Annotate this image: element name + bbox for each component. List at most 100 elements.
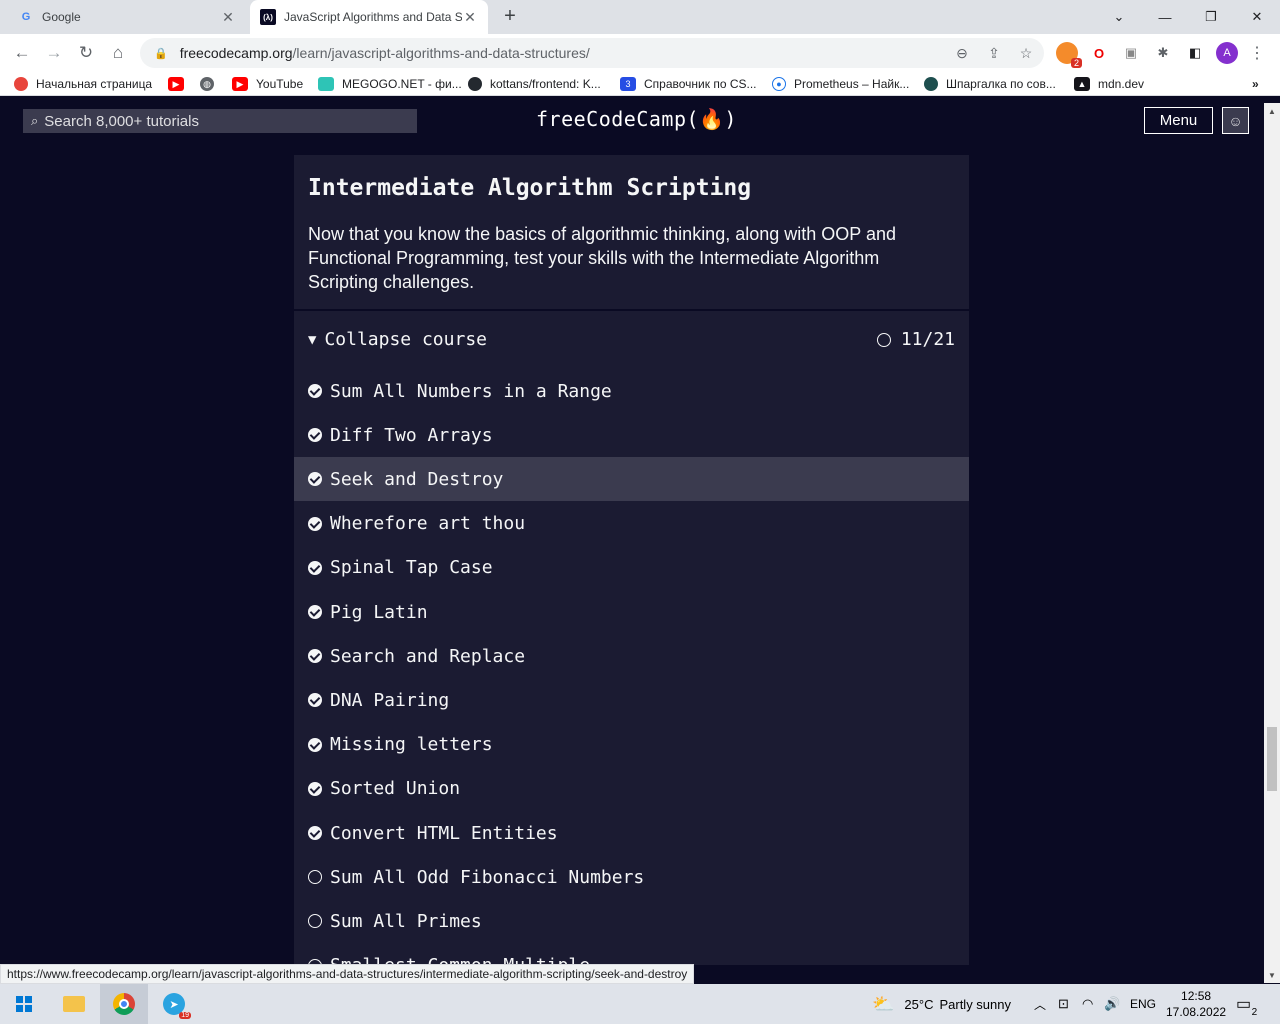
bookmarks-overflow-button[interactable]: » bbox=[1252, 76, 1259, 92]
address-bar[interactable]: 🔒 freecodecamp.org /learn/javascript-alg… bbox=[140, 38, 1044, 68]
progress-ring-icon bbox=[876, 332, 891, 347]
home-icon[interactable]: ⌂ bbox=[106, 41, 130, 65]
lesson-title: Seek and Destroy bbox=[330, 468, 504, 490]
profile-avatar[interactable]: A bbox=[1216, 42, 1238, 64]
bookmark-item[interactable]: ◍ bbox=[200, 76, 222, 92]
bookmark-item[interactable]: ▶ bbox=[168, 76, 192, 92]
telegram-badge: 19 bbox=[179, 1012, 191, 1019]
megogo-icon bbox=[318, 77, 334, 91]
bookmark-item[interactable]: Начальная страница bbox=[14, 76, 152, 92]
lesson-item[interactable]: Sum All Odd Fibonacci Numbers bbox=[294, 855, 969, 899]
lesson-item[interactable]: Missing letters bbox=[294, 723, 969, 767]
lesson-item[interactable]: Sorted Union bbox=[294, 767, 969, 811]
mdn-icon: ▲ bbox=[1074, 77, 1090, 91]
network-icon[interactable]: ⊡ bbox=[1058, 984, 1069, 1024]
close-window-button[interactable]: ✕ bbox=[1234, 0, 1280, 34]
lesson-item[interactable]: Sum All Primes bbox=[294, 899, 969, 943]
tab-google[interactable]: G Google ✕ bbox=[8, 0, 246, 34]
bookmark-item[interactable]: 3 Справочник по CS... bbox=[620, 76, 757, 92]
bookmark-star-icon[interactable]: ☆ bbox=[1016, 43, 1036, 63]
prometheus-icon: ● bbox=[772, 77, 786, 91]
weather-widget[interactable]: ⛅ 25°C Partly sunny bbox=[872, 984, 1011, 1024]
restore-button[interactable]: ❐ bbox=[1188, 0, 1234, 34]
close-tab-icon[interactable]: ✕ bbox=[462, 9, 478, 26]
bookmark-item[interactable]: MEGOGO.NET - фи... bbox=[318, 76, 462, 92]
lesson-item[interactable]: Wherefore art thou bbox=[294, 502, 969, 546]
bookmark-item[interactable]: ▶ YouTube bbox=[232, 76, 303, 92]
lesson-item[interactable]: Seek and Destroy bbox=[294, 457, 969, 502]
back-arrow-icon[interactable]: ← bbox=[10, 41, 34, 65]
wifi-icon[interactable]: ◠ bbox=[1082, 984, 1093, 1024]
chrome-icon bbox=[14, 77, 28, 91]
lesson-item[interactable]: Spinal Tap Case bbox=[294, 546, 969, 590]
start-button[interactable] bbox=[0, 984, 48, 1024]
progress-text: 11/21 bbox=[900, 329, 955, 350]
avatar-icon: ☺ bbox=[1228, 112, 1243, 129]
puzzle-icon[interactable]: ✱ bbox=[1152, 42, 1174, 64]
curriculum-block: Intermediate Algorithm Scripting Now tha… bbox=[294, 155, 969, 965]
lesson-title: DNA Pairing bbox=[330, 689, 450, 711]
check-circle-icon bbox=[308, 472, 322, 487]
lesson-item[interactable]: Diff Two Arrays bbox=[294, 413, 969, 457]
lesson-item[interactable]: Smallest Common Multiple bbox=[294, 944, 969, 965]
menu-button[interactable]: Menu bbox=[1144, 107, 1213, 134]
telegram-taskbar-button[interactable]: ➤ 19 bbox=[150, 984, 198, 1024]
scroll-up-icon[interactable]: ▲ bbox=[1264, 103, 1280, 119]
kebab-menu-icon[interactable]: ⋮ bbox=[1246, 42, 1268, 64]
collapse-course-button[interactable]: ▼ Collapse course bbox=[308, 329, 487, 350]
block-description: Now that you know the basics of algorith… bbox=[308, 224, 896, 292]
zoom-icon[interactable]: ⊖ bbox=[952, 43, 972, 63]
notification-icon: ▭ 2 bbox=[1236, 996, 1260, 1018]
clock-time: 12:58 bbox=[1181, 989, 1212, 1003]
close-tab-icon[interactable]: ✕ bbox=[220, 9, 236, 26]
tab-freecodecamp[interactable]: (λ) JavaScript Algorithms and Data Struc… bbox=[250, 0, 488, 34]
lesson-item[interactable]: Pig Latin bbox=[294, 590, 969, 634]
page-scrollbar[interactable]: ▲ ▼ bbox=[1264, 103, 1280, 983]
user-avatar[interactable]: ☺ bbox=[1222, 107, 1249, 134]
lesson-item[interactable]: DNA Pairing bbox=[294, 678, 969, 722]
input-language[interactable]: ENG bbox=[1130, 984, 1156, 1024]
bookmark-label: Шпаргалка по сов... bbox=[946, 77, 1056, 91]
lesson-item[interactable]: Sum All Numbers in a Range bbox=[294, 369, 969, 413]
tab-strip: G Google ✕ (λ) JavaScript Algorithms and… bbox=[0, 0, 1280, 34]
chrome-taskbar-button[interactable] bbox=[100, 984, 148, 1024]
show-hidden-icons-button[interactable]: ︿ bbox=[1034, 984, 1046, 1024]
extension-icon[interactable]: ▣ bbox=[1120, 42, 1142, 64]
notifications-button[interactable]: ▭ 2 bbox=[1236, 984, 1260, 1024]
share-icon[interactable]: ⇪ bbox=[984, 43, 1004, 63]
volume-icon[interactable]: 🔊 bbox=[1104, 984, 1120, 1024]
bookmark-item[interactable]: ● Prometheus – Найк... bbox=[772, 76, 909, 92]
folder-icon bbox=[63, 996, 85, 1012]
google-icon: G bbox=[21, 11, 31, 23]
bookmark-item[interactable]: ▲ mdn.dev bbox=[1074, 76, 1144, 92]
tab-search-icon[interactable]: ⌄ bbox=[1096, 0, 1142, 34]
search-input[interactable]: ⌕ Search 8,000+ tutorials bbox=[23, 109, 417, 133]
partly-sunny-icon: ⛅ bbox=[872, 993, 895, 1014]
freecodecamp-logo[interactable]: freeCodeCamp(🔥) bbox=[536, 107, 737, 131]
scrollbar-thumb[interactable] bbox=[1267, 727, 1277, 791]
scroll-down-icon[interactable]: ▼ bbox=[1264, 967, 1280, 983]
side-panel-icon[interactable]: ◧ bbox=[1184, 42, 1206, 64]
bookmark-item[interactable]: kottans/frontend: K... bbox=[468, 76, 601, 92]
lesson-title: Convert HTML Entities bbox=[330, 822, 558, 844]
bookmark-label: kottans/frontend: K... bbox=[490, 77, 601, 91]
clock[interactable]: 12:58 17.08.2022 bbox=[1166, 984, 1226, 1024]
opera-vpn-icon[interactable]: O bbox=[1088, 42, 1110, 64]
collapse-row: ▼ Collapse course 11/21 bbox=[294, 321, 969, 361]
lesson-title: Sum All Primes bbox=[330, 910, 482, 932]
extension-icon[interactable]: 2 bbox=[1056, 42, 1082, 68]
file-explorer-button[interactable] bbox=[50, 984, 98, 1024]
bookmark-label: Справочник по CS... bbox=[644, 77, 757, 91]
bookmark-label: Prometheus – Найк... bbox=[794, 77, 910, 91]
youtube-icon: ▶ bbox=[232, 77, 248, 91]
globe-icon: ◍ bbox=[200, 77, 214, 91]
lesson-item[interactable]: Convert HTML Entities bbox=[294, 811, 969, 855]
lesson-item[interactable]: Search and Replace bbox=[294, 634, 969, 678]
clock-date: 17.08.2022 bbox=[1166, 1005, 1227, 1019]
forward-arrow-icon[interactable]: → bbox=[42, 41, 66, 65]
new-tab-button[interactable]: + bbox=[498, 5, 522, 28]
bookmark-item[interactable]: Шпаргалка по сов... bbox=[924, 76, 1056, 92]
reload-icon[interactable]: ↻ bbox=[74, 41, 98, 65]
minimize-button[interactable]: — bbox=[1142, 0, 1188, 34]
lesson-title: Search and Replace bbox=[330, 645, 526, 667]
